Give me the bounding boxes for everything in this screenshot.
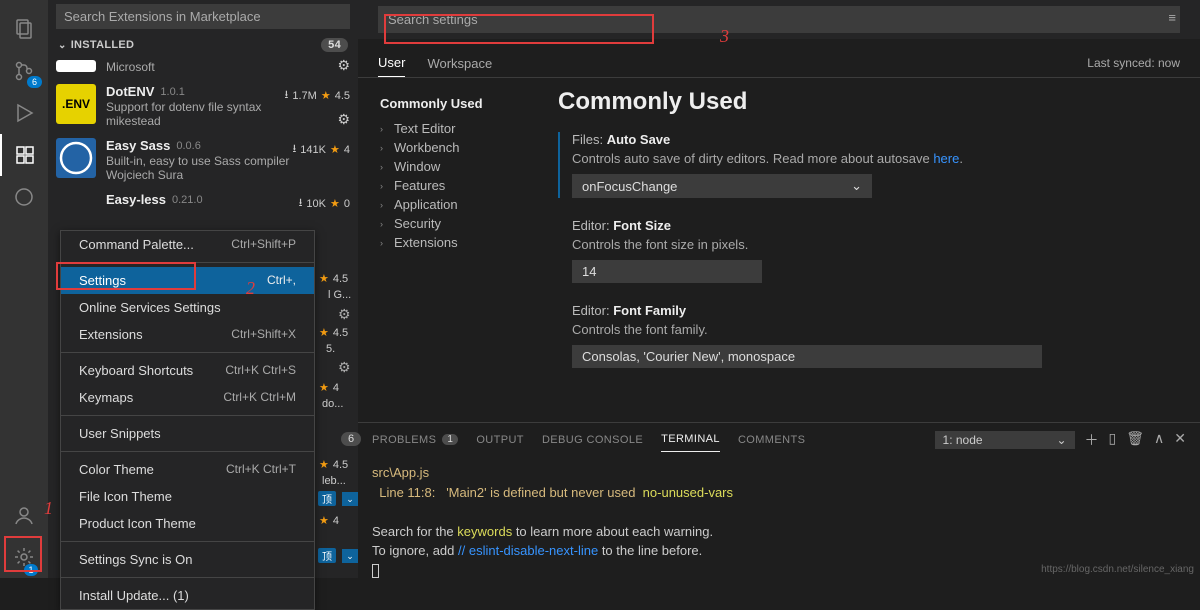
gear-icon[interactable]: ⚙ xyxy=(338,359,351,376)
reload-button[interactable]: 顶 xyxy=(318,491,336,506)
download-icon: ⭳ xyxy=(285,86,289,105)
tree-item[interactable]: ›Extensions xyxy=(380,233,538,252)
menu-sync[interactable]: Settings Sync is On xyxy=(61,546,314,573)
menu-keymaps[interactable]: KeymapsCtrl+K Ctrl+M xyxy=(61,384,314,411)
settings-search-actions[interactable]: ≡ xyxy=(1168,10,1176,25)
download-icon: ⭳ xyxy=(292,140,296,159)
fontsize-input[interactable]: 14 xyxy=(572,260,762,283)
autosave-dropdown[interactable]: onFocusChange⌄ xyxy=(572,174,872,198)
tab-terminal[interactable]: TERMINAL xyxy=(661,427,720,452)
section-heading: Commonly Used xyxy=(558,88,1180,116)
close-panel-icon[interactable]: ✕ xyxy=(1174,430,1186,450)
gear-icon[interactable]: ⚙ xyxy=(338,306,351,323)
tab-user[interactable]: User xyxy=(378,49,405,77)
menu-command-palette[interactable]: Command Palette...Ctrl+Shift+P xyxy=(61,231,314,258)
tree-item[interactable]: ›Workbench xyxy=(380,138,538,157)
extension-item[interactable]: .ENV DotENV1.0.1 Support for dotenv file… xyxy=(48,79,358,133)
menu-install-update[interactable]: Install Update... (1) xyxy=(61,582,314,609)
menu-product-icon-theme[interactable]: Product Icon Theme xyxy=(61,510,314,537)
kill-terminal-icon[interactable]: 🗑 xyxy=(1126,430,1144,450)
tree-item[interactable]: ›Text Editor xyxy=(380,119,538,138)
tab-debug[interactable]: DEBUG CONSOLE xyxy=(542,428,643,452)
menu-online-settings[interactable]: Online Services Settings xyxy=(61,294,314,321)
annotation-marker-2: 2 xyxy=(246,278,255,299)
chevron-down-icon[interactable]: ⌄ xyxy=(342,492,358,506)
chevron-down-icon: ⌄ xyxy=(851,178,862,194)
sync-status: Last synced: now xyxy=(1087,56,1180,70)
tree-commonly-used[interactable]: Commonly Used xyxy=(380,96,538,111)
ext-icon xyxy=(56,138,96,178)
activity-bar: 6 1 xyxy=(0,0,48,578)
scm-badge: 6 xyxy=(27,76,42,88)
tab-workspace[interactable]: Workspace xyxy=(427,50,492,77)
tree-item[interactable]: ›Features xyxy=(380,176,538,195)
settings-tree: Commonly Used ›Text Editor ›Workbench ›W… xyxy=(358,78,548,422)
menu-extensions[interactable]: ExtensionsCtrl+Shift+X xyxy=(61,321,314,348)
gear-icon[interactable]: 1 xyxy=(0,536,48,578)
star-icon: ★ xyxy=(321,89,331,102)
scm-icon[interactable]: 6 xyxy=(0,50,48,92)
menu-file-icon-theme[interactable]: File Icon Theme xyxy=(61,483,314,510)
gear-context-menu: Command Palette...Ctrl+Shift+P SettingsC… xyxy=(60,230,315,610)
tree-item[interactable]: ›Application xyxy=(380,195,538,214)
annotation-marker-1: 1 xyxy=(44,498,53,519)
star-icon: ★ xyxy=(330,143,340,156)
gear-icon[interactable]: ⚙ xyxy=(337,111,350,128)
installed-count: 54 xyxy=(321,38,348,52)
menu-user-snippets[interactable]: User Snippets xyxy=(61,420,314,447)
maximize-icon[interactable]: ∧ xyxy=(1154,430,1164,450)
settings-editor: Search settings ≡ User Workspace Last sy… xyxy=(358,0,1200,578)
reload-button[interactable]: 顶 xyxy=(318,548,336,563)
ext-icon: .ENV xyxy=(56,84,96,124)
extension-item[interactable]: Microsoft⚙ xyxy=(48,55,358,79)
gear-icon[interactable]: ⚙ xyxy=(337,57,350,74)
settings-search-input[interactable]: Search settings xyxy=(378,6,1180,33)
download-icon: ⭳ xyxy=(299,194,303,213)
chevron-down-icon: ⌄ xyxy=(58,40,67,51)
star-icon: ★ xyxy=(330,197,340,210)
extension-item[interactable]: Easy-less0.21.0 ⭳10K ★0 xyxy=(48,187,358,207)
extensions-icon[interactable] xyxy=(0,134,48,176)
tree-item[interactable]: ›Window xyxy=(380,157,538,176)
setting-fontsize: Editor: Font Size Controls the font size… xyxy=(558,218,1180,283)
menu-settings[interactable]: SettingsCtrl+, xyxy=(61,267,314,294)
debug-icon[interactable] xyxy=(0,92,48,134)
tab-problems[interactable]: PROBLEMS1 xyxy=(372,428,458,452)
extension-item[interactable]: Easy Sass0.0.6 Built-in, easy to use Sas… xyxy=(48,133,358,187)
terminal-select[interactable]: 1: node⌄ xyxy=(935,431,1075,449)
remote-icon[interactable] xyxy=(0,176,48,218)
gear-badge: 1 xyxy=(24,564,38,576)
fontfamily-input[interactable]: Consolas, 'Courier New', monospace xyxy=(572,345,1042,368)
section-installed[interactable]: ⌄ INSTALLED 54 xyxy=(48,35,358,55)
tab-comments[interactable]: COMMENTS xyxy=(738,428,805,452)
panel: PROBLEMS1 OUTPUT DEBUG CONSOLE TERMINAL … xyxy=(358,422,1200,578)
tab-output[interactable]: OUTPUT xyxy=(476,428,524,452)
tree-item[interactable]: ›Security xyxy=(380,214,538,233)
menu-kbd-shortcuts[interactable]: Keyboard ShortcutsCtrl+K Ctrl+S xyxy=(61,357,314,384)
setting-autosave: Files: Auto Save Controls auto save of d… xyxy=(558,132,1180,198)
setting-fontfamily: Editor: Font Family Controls the font fa… xyxy=(558,303,1180,368)
new-terminal-icon[interactable]: ＋ xyxy=(1085,430,1099,450)
explorer-icon[interactable] xyxy=(0,8,48,50)
split-terminal-icon[interactable]: ▯ xyxy=(1109,430,1117,450)
autosave-link[interactable]: here xyxy=(933,151,959,166)
annotation-marker-3: 3 xyxy=(720,26,729,47)
chevron-down-icon[interactable]: ⌄ xyxy=(342,549,358,563)
watermark: https://blog.csdn.net/silence_xiang xyxy=(1041,564,1194,575)
menu-color-theme[interactable]: Color ThemeCtrl+K Ctrl+T xyxy=(61,456,314,483)
extensions-search-input[interactable]: Search Extensions in Marketplace xyxy=(56,4,350,29)
account-icon[interactable] xyxy=(0,494,48,536)
